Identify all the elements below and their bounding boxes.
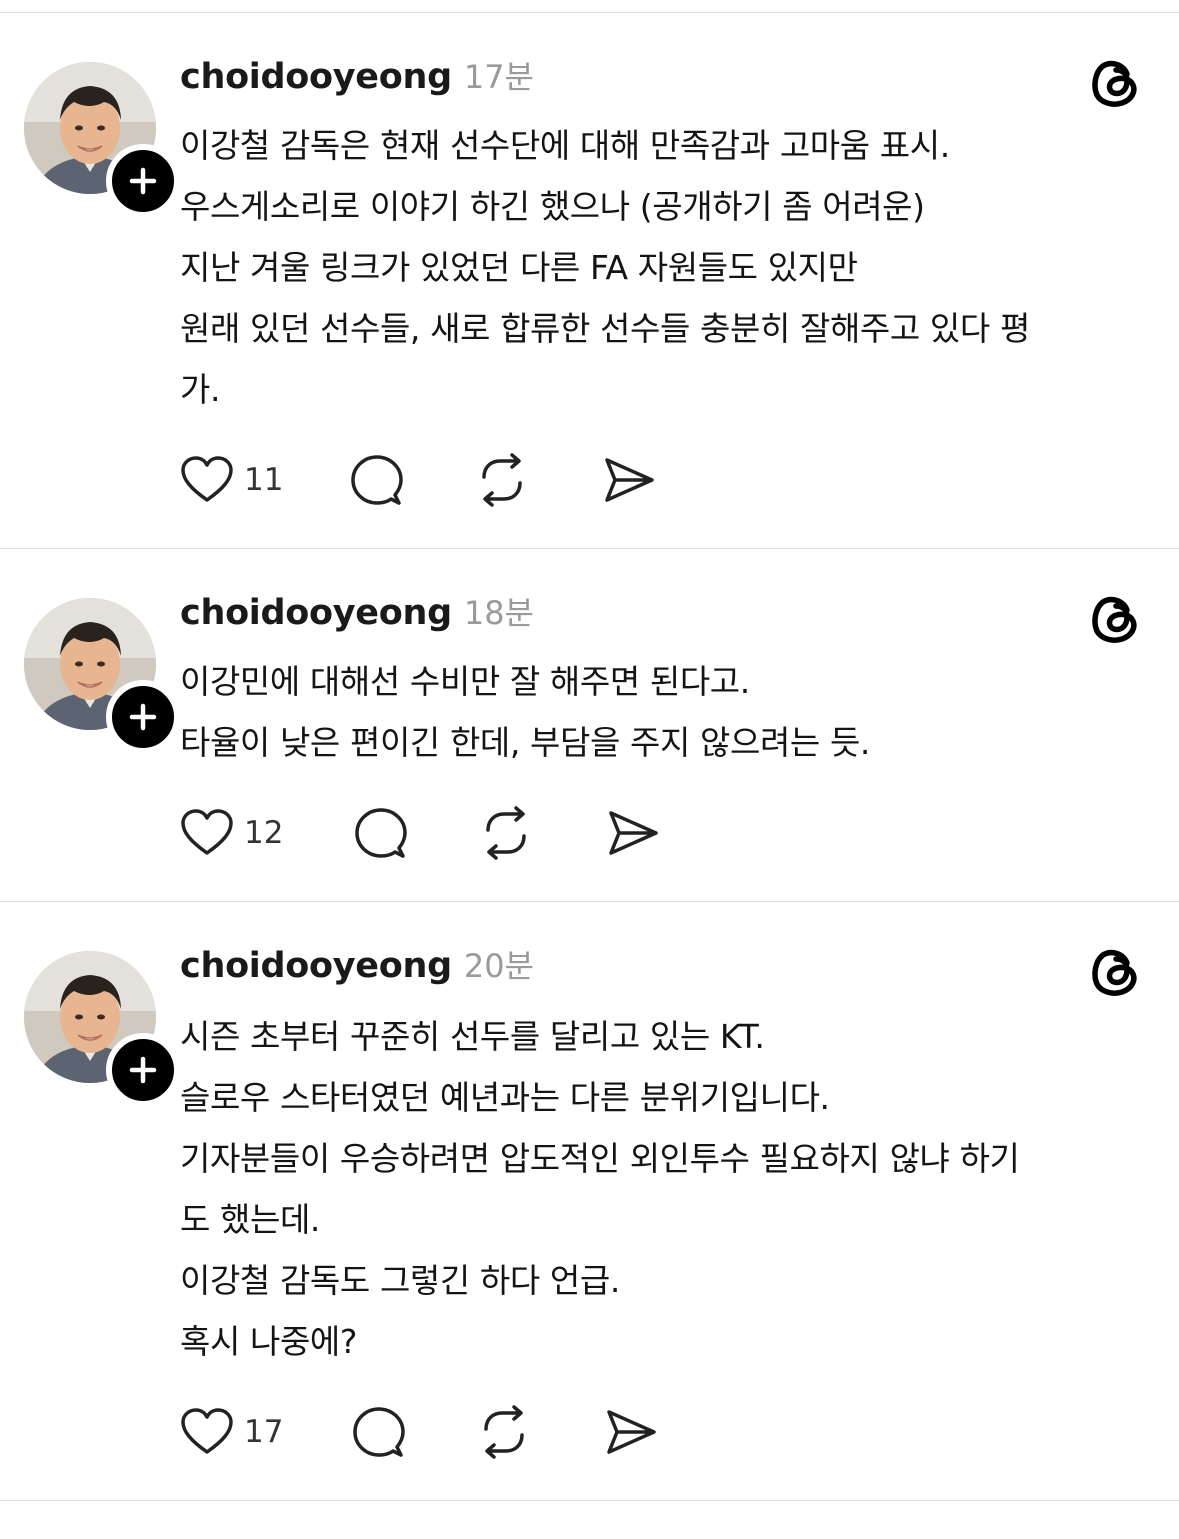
threads-logo-icon[interactable]	[1089, 945, 1141, 997]
like-button[interactable]: 12	[180, 803, 283, 863]
heart-icon	[181, 456, 233, 502]
plus-icon	[129, 167, 157, 195]
like-button[interactable]: 11	[180, 450, 283, 510]
divider-bottom	[0, 1500, 1179, 1501]
post-body: 이강철 감독은 현재 선수단에 대해 만족감과 고마움 표시. 우스게소리로 이…	[180, 115, 1145, 420]
repost-arrows-icon	[484, 1405, 524, 1459]
post-text-line: 원래 있던 선수들, 새로 합류한 선수들 충분히 잘해주고 있다 평	[180, 309, 1030, 348]
post-text-line: 도 했는데.	[180, 1200, 321, 1239]
username[interactable]: choidooyeong	[180, 57, 452, 97]
post-text-line: 가.	[180, 370, 221, 409]
heart-icon	[181, 809, 233, 855]
repost-arrows-icon	[482, 453, 522, 507]
post-text-line: 이강철 감독도 그렇긴 하다 언급.	[180, 1261, 620, 1300]
follow-plus-button[interactable]	[106, 680, 180, 754]
like-count: 17	[244, 1414, 284, 1450]
like-count: 12	[244, 815, 284, 851]
timestamp: 20분	[463, 947, 534, 985]
username[interactable]: choidooyeong	[180, 946, 452, 986]
action-bar: 17	[180, 1402, 700, 1462]
post-body: 이강민에 대해선 수비만 잘 해주면 된다고. 타율이 낮은 편이긴 한데, 부…	[180, 651, 1145, 773]
post-text-line: 타율이 낮은 편이긴 한데, 부담을 주지 않으려는 듯.	[180, 723, 871, 762]
heart-icon	[181, 1408, 233, 1454]
post-text-line: 우스게소리로 이야기 하긴 했으나 (공개하기 좀 어려운)	[180, 187, 925, 226]
post-header: choidooyeong 17분	[180, 52, 534, 102]
like-button[interactable]: 17	[180, 1402, 283, 1462]
speech-bubble-icon	[353, 1407, 405, 1457]
share-button[interactable]	[604, 1402, 658, 1462]
repost-arrows-icon	[486, 806, 526, 860]
threads-logo-icon[interactable]	[1089, 56, 1141, 108]
threads-logo-icon[interactable]	[1089, 592, 1141, 644]
divider-top	[0, 12, 1179, 13]
send-paper-plane-icon	[607, 1410, 656, 1454]
avatar-container[interactable]	[24, 62, 180, 218]
post-text-line: 시즌 초부터 꾸준히 선두를 달리고 있는 KT.	[180, 1017, 765, 1056]
post-header: choidooyeong 20분	[180, 941, 534, 991]
post-text-line: 지난 겨울 링크가 있었던 다른 FA 자원들도 있지만	[180, 248, 858, 287]
send-paper-plane-icon	[609, 811, 658, 855]
divider-1	[0, 548, 1179, 549]
plus-icon	[129, 703, 157, 731]
avatar-container[interactable]	[24, 951, 180, 1107]
post-text-line: 이강철 감독은 현재 선수단에 대해 만족감과 고마움 표시.	[180, 126, 950, 165]
plus-icon	[129, 1056, 157, 1084]
action-bar: 12	[180, 803, 700, 863]
share-button[interactable]	[606, 803, 660, 863]
send-paper-plane-icon	[605, 458, 654, 502]
speech-bubble-icon	[351, 455, 403, 505]
post-text-line: 혹시 나중에?	[180, 1322, 358, 1361]
repost-button[interactable]	[476, 1402, 532, 1462]
share-button[interactable]	[602, 450, 656, 510]
avatar-container[interactable]	[24, 598, 180, 754]
reply-button[interactable]	[354, 803, 408, 863]
speech-bubble-icon	[355, 808, 407, 858]
follow-plus-button[interactable]	[106, 1033, 180, 1107]
post-text-line: 기자분들이 우승하려면 압도적인 외인투수 필요하지 않냐 하기	[180, 1139, 1020, 1178]
post-text-line: 이강민에 대해선 수비만 잘 해주면 된다고.	[180, 662, 750, 701]
post-header: choidooyeong 18분	[180, 588, 534, 638]
repost-button[interactable]	[478, 803, 534, 863]
timestamp: 17분	[463, 58, 534, 96]
action-bar: 11	[180, 450, 700, 510]
reply-button[interactable]	[352, 1402, 406, 1462]
divider-2	[0, 901, 1179, 902]
like-count: 11	[244, 462, 284, 498]
repost-button[interactable]	[474, 450, 530, 510]
post-body: 시즌 초부터 꾸준히 선두를 달리고 있는 KT. 슬로우 스타터였던 예년과는…	[180, 1006, 1145, 1372]
username[interactable]: choidooyeong	[180, 593, 452, 633]
follow-plus-button[interactable]	[106, 144, 180, 218]
timestamp: 18분	[463, 594, 534, 632]
post-text-line: 슬로우 스타터였던 예년과는 다른 분위기입니다.	[180, 1078, 830, 1117]
reply-button[interactable]	[350, 450, 404, 510]
